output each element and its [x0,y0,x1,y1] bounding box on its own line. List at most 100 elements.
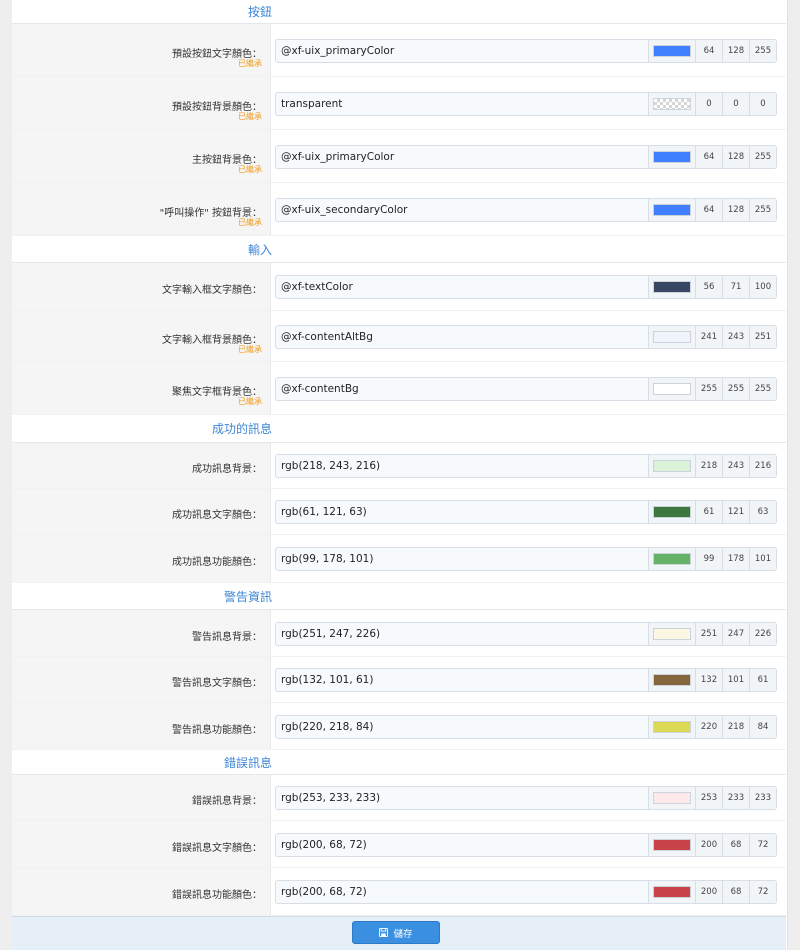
rgb-r-value: 64 [695,40,722,62]
color-picker-button[interactable] [648,276,695,298]
color-value-input[interactable]: rgb(61, 121, 63) 61 121 63 [275,500,777,524]
color-picker-button[interactable] [648,146,695,168]
color-value-input[interactable]: rgb(99, 178, 101) 99 178 101 [275,547,777,571]
color-value-text[interactable]: transparent [276,98,648,110]
save-icon [379,928,389,937]
rgb-r-value: 0 [695,93,722,115]
property-row: 警告訊息文字顏色： rgb(132, 101, 61) 132 101 61 [12,657,786,703]
color-swatch [653,506,691,518]
property-label: 錯誤訊息文字顏色： [172,843,262,854]
inherited-hint: 已繼承 [238,345,262,354]
color-value-text[interactable]: @xf-contentBg [276,383,648,395]
color-value-input[interactable]: @xf-uix_primaryColor 64 128 255 [275,145,777,169]
rgb-r-value: 253 [695,787,722,809]
color-picker-button[interactable] [648,93,695,115]
section-title: 錯誤訊息 [223,755,272,770]
color-value-input[interactable]: @xf-uix_primaryColor 64 128 255 [275,39,777,63]
color-value-text[interactable]: rgb(61, 121, 63) [276,506,648,518]
color-swatch [653,721,691,733]
color-value-input[interactable]: @xf-contentAltBg 241 243 251 [275,325,777,349]
rgb-g-value: 128 [722,40,749,62]
rgb-r-value: 218 [695,455,722,477]
property-label-cell: 文字輸入框文字顏色： [12,263,271,310]
color-value-input[interactable]: @xf-contentBg 255 255 255 [275,377,777,401]
property-label-cell: 聚焦文字框背景色： 已繼承 [12,362,271,414]
property-row: 預設按鈕文字顏色： 已繼承 @xf-uix_primaryColor 64 128 255 [12,24,786,77]
property-row: 錯誤訊息背景： rgb(253, 233, 233) 253 233 233 [12,775,786,821]
style-properties-page: 按鈕 預設按鈕文字顏色： 已繼承 @xf-uix_primaryColor 64 128 2… [0,0,800,950]
color-picker-button[interactable] [648,669,695,691]
color-picker-button[interactable] [648,378,695,400]
color-value-text[interactable]: @xf-uix_primaryColor [276,151,648,163]
color-value-text[interactable]: rgb(200, 68, 72) [276,839,648,851]
color-value-input[interactable]: rgb(200, 68, 72) 200 68 72 [275,833,777,857]
color-value-text[interactable]: rgb(253, 233, 233) [276,792,648,804]
rgb-r-value: 132 [695,669,722,691]
rgb-r-value: 64 [695,199,722,221]
color-picker-button[interactable] [648,455,695,477]
color-value-text[interactable]: rgb(99, 178, 101) [276,553,648,565]
color-swatch [653,628,691,640]
color-swatch [653,98,691,110]
color-picker-button[interactable] [648,501,695,523]
rgb-g-value: 128 [722,199,749,221]
color-value-input[interactable]: rgb(251, 247, 226) 251 247 226 [275,622,777,646]
rgb-b-value: 0 [749,93,776,115]
property-label: 警告訊息文字顏色： [172,678,262,689]
color-value-text[interactable]: rgb(251, 247, 226) [276,628,648,640]
color-picker-button[interactable] [648,199,695,221]
property-label-cell: 警告訊息文字顏色： [12,657,271,702]
color-value-input[interactable]: rgb(132, 101, 61) 132 101 61 [275,668,777,692]
rgb-b-value: 63 [749,501,776,523]
color-swatch [653,383,691,395]
color-picker-button[interactable] [648,326,695,348]
rgb-r-value: 241 [695,326,722,348]
color-swatch [653,281,691,293]
color-picker-button[interactable] [648,881,695,903]
property-label-cell: "呼叫操作" 按鈕背景： 已繼承 [12,183,271,235]
save-button[interactable]: 儲存 [352,921,440,944]
color-value-input[interactable]: rgb(220, 218, 84) 220 218 84 [275,715,777,739]
rgb-r-value: 99 [695,548,722,570]
color-swatch [653,460,691,472]
property-row: 成功訊息背景： rgb(218, 243, 216) 218 243 216 [12,443,786,489]
rgb-g-value: 0 [722,93,749,115]
rgb-r-value: 200 [695,834,722,856]
color-picker-button[interactable] [648,716,695,738]
property-row: 成功訊息功能顏色： rgb(99, 178, 101) 99 178 101 [12,535,786,583]
color-picker-button[interactable] [648,834,695,856]
color-value-text[interactable]: @xf-textColor [276,281,648,293]
color-value-input[interactable]: @xf-textColor 56 71 100 [275,275,777,299]
color-value-input[interactable]: rgb(200, 68, 72) 200 68 72 [275,880,777,904]
color-picker-button[interactable] [648,40,695,62]
color-value-text[interactable]: @xf-uix_primaryColor [276,45,648,57]
color-swatch [653,886,691,898]
color-picker-button[interactable] [648,548,695,570]
property-label: 成功訊息文字顏色： [172,510,262,521]
color-value-text[interactable]: rgb(218, 243, 216) [276,460,648,472]
color-value-input[interactable]: rgb(218, 243, 216) 218 243 216 [275,454,777,478]
inherited-hint: 已繼承 [238,218,262,227]
property-label-cell: 預設按鈕文字顏色： 已繼承 [12,24,271,76]
color-value-text[interactable]: rgb(132, 101, 61) [276,674,648,686]
color-value-input[interactable]: transparent 0 0 0 [275,92,777,116]
color-value-text[interactable]: rgb(200, 68, 72) [276,886,648,898]
color-value-input[interactable]: @xf-uix_secondaryColor 64 128 255 [275,198,777,222]
rgb-b-value: 255 [749,146,776,168]
property-label-cell: 主按鈕背景色： 已繼承 [12,130,271,182]
rgb-b-value: 101 [749,548,776,570]
color-picker-button[interactable] [648,787,695,809]
form-footer: 儲存 [12,916,786,950]
color-value-input[interactable]: rgb(253, 233, 233) 253 233 233 [275,786,777,810]
section-title: 按鈕 [247,5,272,19]
color-value-text[interactable]: rgb(220, 218, 84) [276,721,648,733]
color-picker-button[interactable] [648,623,695,645]
color-value-text[interactable]: @xf-contentAltBg [276,331,648,343]
section-title: 警告資訊 [223,589,272,604]
rgb-b-value: 61 [749,669,776,691]
property-row: 文字輸入框背景顏色： 已繼承 @xf-contentAltBg 241 243 251 [12,311,786,362]
property-label-cell: 警告訊息功能顏色： [12,703,271,749]
rgb-r-value: 56 [695,276,722,298]
color-value-text[interactable]: @xf-uix_secondaryColor [276,204,648,216]
property-label-cell: 文字輸入框背景顏色： 已繼承 [12,311,271,361]
